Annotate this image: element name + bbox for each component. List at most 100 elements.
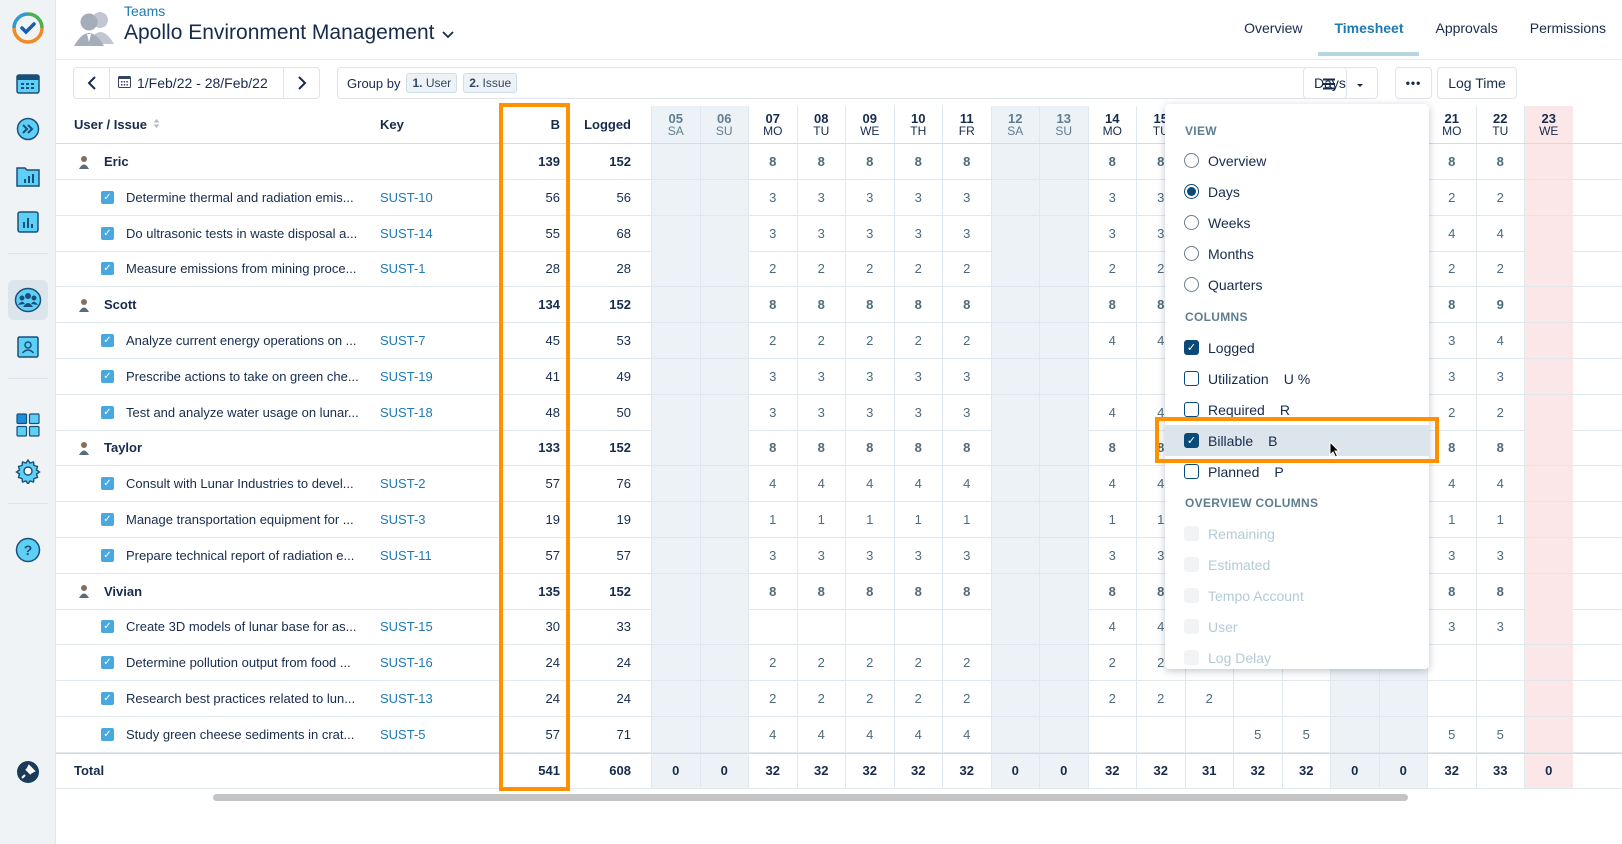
day-cell[interactable] xyxy=(1378,681,1427,716)
day-cell[interactable]: 8 xyxy=(748,573,797,609)
day-cell[interactable] xyxy=(1524,537,1573,573)
day-cell[interactable] xyxy=(699,430,748,466)
day-cell[interactable] xyxy=(1524,358,1573,394)
issue-key-link[interactable]: SUST-15 xyxy=(380,609,490,644)
day-cell[interactable]: 4 xyxy=(1427,215,1476,251)
day-cell[interactable]: 8 xyxy=(845,144,894,179)
column-option-billable[interactable]: ✓ Billable B xyxy=(1165,425,1429,456)
day-cell[interactable] xyxy=(699,645,748,681)
day-cell[interactable] xyxy=(990,681,1039,716)
day-cell[interactable]: 2 xyxy=(845,251,894,287)
issue-summary-cell[interactable]: ✓ Prescribe actions to take on green che.… xyxy=(74,359,364,394)
day-cell[interactable]: 32 xyxy=(796,753,846,788)
day-cell[interactable]: 0 xyxy=(699,753,748,788)
day-cell[interactable]: 32 xyxy=(1136,753,1185,788)
day-cell[interactable] xyxy=(699,681,748,716)
day-cell[interactable]: 5 xyxy=(1475,716,1525,752)
day-cell[interactable] xyxy=(990,430,1039,466)
day-cell[interactable] xyxy=(1524,502,1573,537)
issue-key-link[interactable]: SUST-11 xyxy=(380,538,490,573)
column-option-required[interactable]: Required R xyxy=(1165,394,1429,425)
day-cell[interactable]: 8 xyxy=(748,430,797,466)
day-cell[interactable] xyxy=(1427,645,1476,681)
day-cell[interactable] xyxy=(699,537,748,573)
day-cell[interactable]: 8 xyxy=(1087,430,1137,466)
day-cell[interactable] xyxy=(990,502,1039,537)
day-cell[interactable] xyxy=(1475,681,1525,716)
day-cell[interactable] xyxy=(990,645,1039,681)
issue-summary-cell[interactable]: ✓ Consult with Lunar Industries to devel.… xyxy=(74,466,364,501)
day-cell[interactable]: 2 xyxy=(748,645,797,681)
issue-key-link[interactable]: SUST-5 xyxy=(380,717,490,752)
day-cell[interactable] xyxy=(1524,323,1573,358)
day-cell[interactable]: 0 xyxy=(990,753,1039,788)
day-cell[interactable]: 0 xyxy=(1524,753,1573,788)
day-cell[interactable]: 2 xyxy=(893,323,943,358)
day-cell[interactable]: 8 xyxy=(893,287,943,323)
day-cell[interactable] xyxy=(990,466,1039,502)
day-cell[interactable]: 3 xyxy=(942,537,991,573)
day-cell[interactable] xyxy=(651,573,700,609)
day-cell[interactable]: 3 xyxy=(893,179,943,215)
day-cell[interactable]: 0 xyxy=(651,753,700,788)
day-cell[interactable]: 3 xyxy=(796,394,846,430)
day-cell[interactable]: 2 xyxy=(1427,179,1476,215)
day-cell[interactable]: 3 xyxy=(1475,609,1525,645)
day-cell[interactable]: 3 xyxy=(893,215,943,251)
help-icon[interactable]: ? xyxy=(8,530,48,570)
day-cell[interactable] xyxy=(1039,144,1088,179)
day-cell[interactable] xyxy=(1039,645,1088,681)
day-cell[interactable]: 2 xyxy=(1184,681,1234,716)
day-cell[interactable]: 2 xyxy=(1427,394,1476,430)
day-cell[interactable] xyxy=(651,430,700,466)
day-cell[interactable]: 8 xyxy=(1427,573,1476,609)
issue-key-link[interactable]: SUST-7 xyxy=(380,323,490,358)
day-cell[interactable] xyxy=(1427,681,1476,716)
day-cell[interactable]: 32 xyxy=(893,753,943,788)
day-cell[interactable]: 32 xyxy=(1281,753,1331,788)
day-cell[interactable]: 1 xyxy=(748,502,797,537)
issue-summary-cell[interactable]: ✓ Do ultrasonic tests in waste disposal a… xyxy=(74,216,364,251)
day-cell[interactable]: 1 xyxy=(1475,502,1525,537)
group-chip-issue[interactable]: 2. Issue xyxy=(463,73,518,93)
day-cell[interactable]: 2 xyxy=(796,323,846,358)
day-cell[interactable] xyxy=(1524,609,1573,645)
column-option-logged[interactable]: ✓ Logged xyxy=(1165,332,1429,363)
checkbox[interactable] xyxy=(1184,464,1199,479)
user-name-cell[interactable]: Scott xyxy=(74,287,364,322)
day-cell[interactable] xyxy=(651,645,700,681)
day-cell[interactable]: 3 xyxy=(845,358,894,394)
day-cell[interactable] xyxy=(1184,716,1234,752)
day-cell[interactable]: 3 xyxy=(1427,358,1476,394)
day-cell[interactable]: 2 xyxy=(845,323,894,358)
day-cell[interactable]: 3 xyxy=(942,358,991,394)
radio-button[interactable] xyxy=(1184,215,1199,230)
day-cell[interactable]: 3 xyxy=(845,537,894,573)
apps-grid-icon[interactable] xyxy=(8,405,48,445)
day-cell[interactable] xyxy=(699,609,748,645)
issue-summary-cell[interactable]: ✓ Prepare technical report of radiation e… xyxy=(74,538,364,573)
day-cell[interactable] xyxy=(1524,645,1573,681)
day-cell[interactable]: 8 xyxy=(845,430,894,466)
day-cell[interactable]: 3 xyxy=(748,394,797,430)
day-cell[interactable] xyxy=(1330,716,1379,752)
day-cell[interactable]: 8 xyxy=(1427,287,1476,323)
day-cell[interactable] xyxy=(1136,716,1185,752)
radio-button[interactable] xyxy=(1184,277,1199,292)
day-cell[interactable]: 2 xyxy=(1087,681,1137,716)
day-cell[interactable] xyxy=(1039,502,1088,537)
issue-key-link[interactable]: SUST-2 xyxy=(380,466,490,501)
day-cell[interactable]: 8 xyxy=(796,144,846,179)
tab-approvals[interactable]: Approvals xyxy=(1419,0,1513,58)
view-select-days[interactable]: Days xyxy=(1303,67,1378,99)
day-cell[interactable] xyxy=(1524,681,1573,716)
radio-button[interactable] xyxy=(1184,153,1199,168)
user-profile-icon[interactable] xyxy=(8,327,48,367)
day-cell[interactable]: 4 xyxy=(893,716,943,752)
day-cell[interactable]: 2 xyxy=(1475,179,1525,215)
day-cell[interactable]: 8 xyxy=(942,287,991,323)
day-cell[interactable]: 3 xyxy=(748,179,797,215)
team-title-dropdown[interactable]: Apollo Environment Management xyxy=(124,21,455,45)
day-cell[interactable] xyxy=(651,609,700,645)
day-cell[interactable]: 3 xyxy=(796,179,846,215)
